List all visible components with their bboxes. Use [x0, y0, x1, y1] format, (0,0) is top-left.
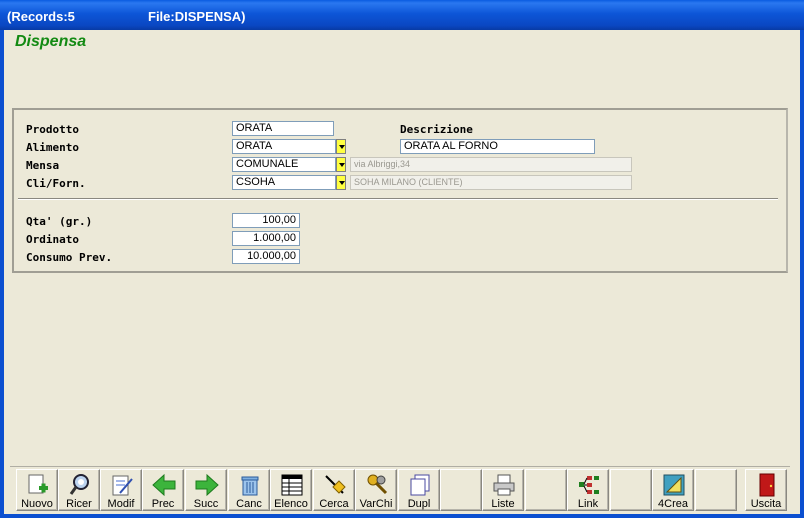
- mensa-info-field: via Albriggi,34: [350, 157, 632, 172]
- toolbar: Nuovo Ricer Modif Prec Succ Canc Elenco Cerca Va…: [10, 466, 790, 512]
- prodotto-field[interactable]: ORATA: [232, 121, 334, 136]
- new-icon: [26, 473, 50, 497]
- nuovo-button[interactable]: Nuovo: [16, 469, 58, 511]
- keys-icon: [365, 473, 389, 497]
- button-label: Prec: [151, 498, 175, 510]
- empty-button-16[interactable]: [695, 469, 737, 511]
- alimento-dropdown-button[interactable]: [336, 139, 346, 154]
- button-label: 4Crea: [658, 498, 688, 510]
- button-label: Liste: [491, 498, 515, 510]
- button-label: Link: [577, 498, 599, 510]
- qta-field[interactable]: 100,00: [232, 213, 300, 228]
- label-cli-forn: Cli/Forn.: [26, 177, 86, 190]
- dupl-button[interactable]: Dupl: [398, 469, 440, 511]
- button-label: Nuovo: [21, 498, 53, 510]
- button-label: Dupl: [407, 498, 431, 510]
- label-descrizione: Descrizione: [400, 123, 473, 136]
- cli-forn-field[interactable]: CSOHA: [232, 175, 336, 190]
- trash-icon: [238, 473, 262, 497]
- window-frame-bottom: [0, 514, 804, 518]
- modif-button[interactable]: Modif: [100, 469, 142, 511]
- search-icon: [68, 473, 92, 497]
- label-alimento: Alimento: [26, 141, 79, 154]
- cli-forn-info-field: SOHA MILANO (CLIENTE): [350, 175, 632, 190]
- varchi-button[interactable]: VarChi: [355, 469, 397, 511]
- button-label: Elenco: [274, 498, 308, 510]
- form-area: Dispensa Prodotto Alimento Mensa Cli/For…: [4, 30, 800, 514]
- create-icon: [662, 473, 686, 497]
- mensa-field[interactable]: COMUNALE: [232, 157, 336, 172]
- mensa-dropdown-button[interactable]: [336, 157, 346, 172]
- link-icon: [577, 473, 601, 497]
- liste-button[interactable]: Liste: [482, 469, 524, 511]
- button-label: Ricer: [66, 498, 92, 510]
- exit-door-icon: [755, 473, 779, 497]
- button-label: VarChi: [359, 498, 393, 510]
- arrow-right-icon: [195, 473, 219, 497]
- arrow-left-icon: [152, 473, 176, 497]
- list-icon: [280, 473, 304, 497]
- window-frame-right: [800, 30, 804, 518]
- prec-button[interactable]: Prec: [142, 469, 184, 511]
- elenco-button[interactable]: Elenco: [270, 469, 312, 511]
- button-label: Cerca: [319, 498, 349, 510]
- canc-button[interactable]: Canc: [228, 469, 270, 511]
- button-label: Canc: [236, 498, 262, 510]
- edit-icon: [110, 473, 134, 497]
- button-label: Uscita: [750, 498, 782, 510]
- app-window: (Records:5 File:DISPENSA) Dispensa Prodo…: [0, 0, 804, 518]
- page-title: Dispensa: [15, 33, 87, 50]
- file-name: File:DISPENSA): [148, 9, 246, 24]
- empty-button-12[interactable]: [525, 469, 567, 511]
- cerca-button[interactable]: Cerca: [313, 469, 355, 511]
- label-ordinato: Ordinato: [26, 233, 79, 246]
- link-button[interactable]: Link: [567, 469, 609, 511]
- uscita-button[interactable]: Uscita: [745, 469, 787, 511]
- cli-forn-dropdown-button[interactable]: [336, 175, 346, 190]
- label-prodotto: Prodotto: [26, 123, 79, 136]
- button-label: Modif: [107, 498, 135, 510]
- label-consumo: Consumo Prev.: [26, 251, 113, 264]
- separator: [18, 198, 778, 200]
- consumo-field[interactable]: 10.000,00: [232, 249, 300, 264]
- ordinato-field[interactable]: 1.000,00: [232, 231, 300, 246]
- empty-button-10[interactable]: [440, 469, 482, 511]
- printer-icon: [492, 473, 516, 497]
- succ-button[interactable]: Succ: [185, 469, 227, 511]
- ricer-button[interactable]: Ricer: [58, 469, 100, 511]
- empty-button-14[interactable]: [610, 469, 652, 511]
- alimento-field[interactable]: ORATA: [232, 139, 336, 154]
- records-count: (Records:5: [7, 9, 75, 24]
- descrizione-field[interactable]: ORATA AL FORNO: [400, 139, 595, 154]
- button-label: Succ: [193, 498, 219, 510]
- title-bar[interactable]: (Records:5 File:DISPENSA): [0, 0, 804, 30]
- label-mensa: Mensa: [26, 159, 60, 172]
- duplicate-icon: [408, 473, 432, 497]
- 4crea-button[interactable]: 4Crea: [652, 469, 694, 511]
- find-icon: [323, 473, 347, 497]
- label-qta: Qta' (gr.): [26, 215, 93, 228]
